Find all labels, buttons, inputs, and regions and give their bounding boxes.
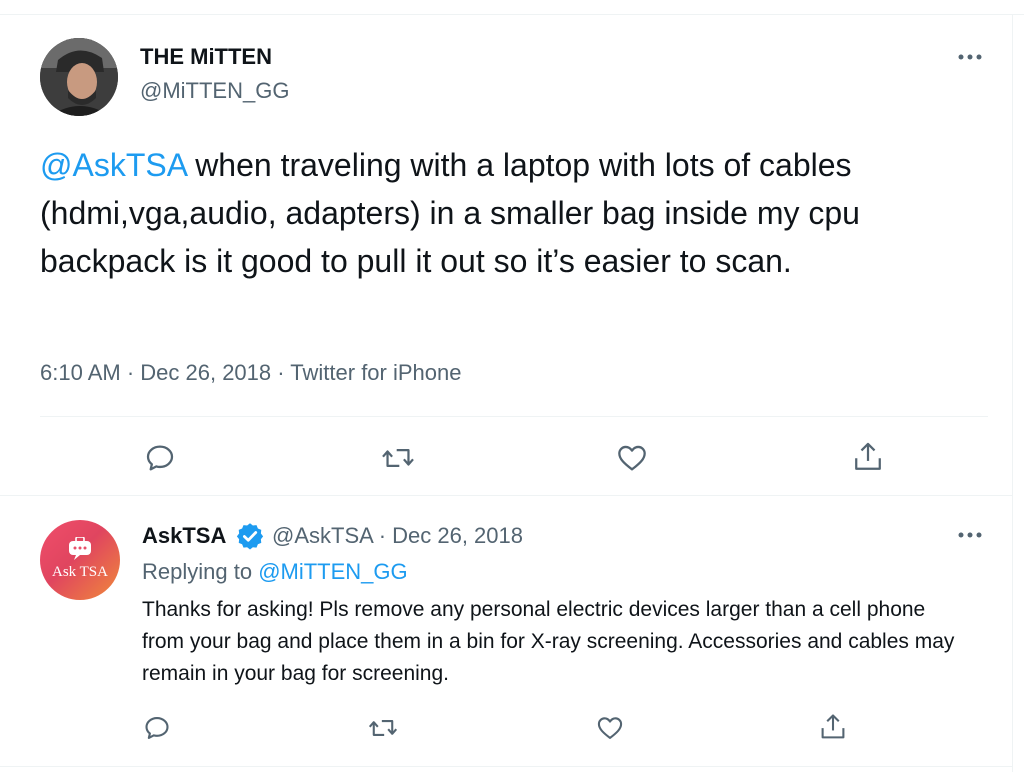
display-name[interactable]: THE MiTTEN bbox=[140, 44, 272, 70]
reply-more-options-icon[interactable] bbox=[955, 520, 985, 550]
user-handle[interactable]: @MiTTEN_GG bbox=[140, 78, 289, 104]
reply-handle-date[interactable]: @AskTSA · Dec 26, 2018 bbox=[272, 523, 523, 549]
reply-display-name[interactable]: AskTSA bbox=[142, 523, 226, 549]
right-border bbox=[1012, 14, 1013, 772]
replying-to-link[interactable]: @MiTTEN_GG bbox=[258, 559, 407, 584]
retweet-icon bbox=[382, 449, 414, 467]
asktsa-avatar[interactable]: Ask TSA bbox=[40, 520, 120, 600]
reply-icon bbox=[146, 445, 174, 471]
avatar-label: Ask TSA bbox=[52, 564, 108, 580]
share-button[interactable] bbox=[848, 438, 888, 476]
tweet-text: @AskTSA when traveling with a laptop wit… bbox=[40, 141, 970, 285]
like-icon bbox=[618, 445, 646, 471]
actions-divider bbox=[40, 416, 988, 417]
reply-like-button[interactable] bbox=[592, 712, 628, 744]
retweet-button[interactable] bbox=[376, 440, 420, 476]
ellipsis-icon bbox=[958, 532, 982, 538]
ellipsis-icon bbox=[958, 54, 982, 60]
top-divider bbox=[0, 14, 1024, 15]
tweet-timestamp[interactable]: 6:10 AM · Dec 26, 2018 · Twitter for iPh… bbox=[40, 360, 461, 386]
share-icon bbox=[855, 442, 881, 470]
reply-button[interactable] bbox=[140, 440, 180, 476]
more-options-icon[interactable] bbox=[955, 42, 985, 72]
reply-text: Thanks for asking! Pls remove any person… bbox=[142, 598, 955, 685]
retweet-icon bbox=[368, 720, 398, 736]
like-button[interactable] bbox=[610, 440, 654, 476]
tweet-divider bbox=[0, 495, 1012, 496]
reply-reply-button[interactable] bbox=[140, 712, 174, 744]
replying-to-label: Replying to bbox=[142, 559, 259, 584]
verified-icon bbox=[236, 523, 264, 550]
reply-retweet-button[interactable] bbox=[364, 712, 402, 744]
mention-link[interactable]: @AskTSA bbox=[40, 147, 186, 183]
reply-icon bbox=[145, 717, 169, 739]
user-avatar[interactable] bbox=[40, 38, 118, 116]
like-icon bbox=[597, 717, 623, 739]
tweet-thread: THE MiTTEN @MiTTEN_GG @AskTSA when trave… bbox=[0, 0, 1024, 772]
bottom-divider bbox=[0, 766, 1012, 767]
replying-to-line: Replying to @MiTTEN_GG bbox=[142, 559, 408, 585]
reply-share-button[interactable] bbox=[816, 710, 850, 744]
chat-bubble-icon bbox=[69, 537, 91, 560]
avatar-photo-icon bbox=[40, 38, 118, 116]
share-icon bbox=[821, 714, 845, 739]
verified-badge-icon bbox=[235, 521, 265, 556]
